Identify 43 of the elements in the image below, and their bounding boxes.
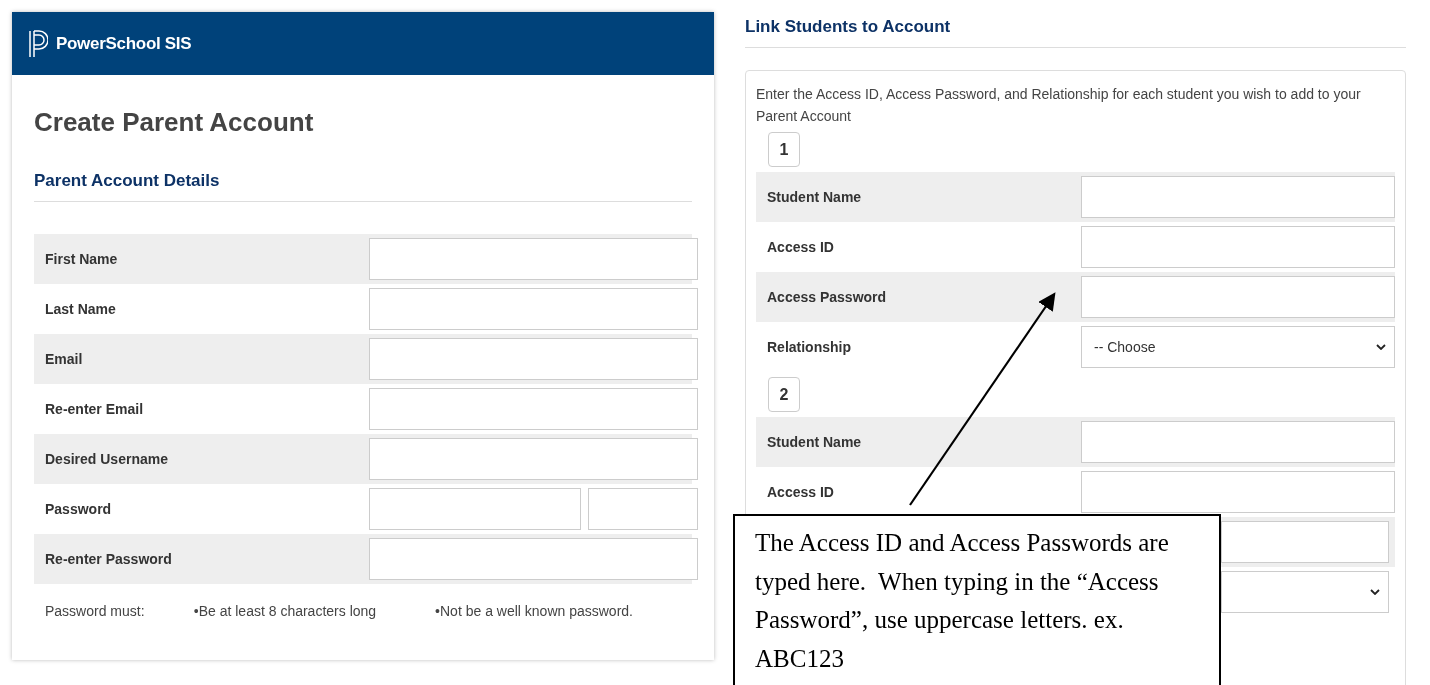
brand-name: PowerSchool SIS bbox=[56, 33, 192, 54]
relationship-select[interactable] bbox=[1221, 571, 1389, 613]
input-field[interactable] bbox=[369, 438, 698, 480]
input-field[interactable] bbox=[1081, 176, 1395, 218]
field-label: Last Name bbox=[44, 301, 117, 317]
chevron-icon bbox=[1376, 344, 1386, 350]
input-field[interactable] bbox=[369, 538, 698, 580]
field-label: Re-enter Password bbox=[44, 551, 173, 567]
input-field[interactable] bbox=[369, 388, 698, 430]
callout-note: The Access ID and Access Passwords are typed here. When typing in the “Access Password”, use uppercase letters. ex. ABC123 bbox=[733, 514, 1221, 685]
field-label: Re-enter Email bbox=[44, 401, 145, 417]
input-field[interactable] bbox=[369, 288, 698, 330]
input-field[interactable] bbox=[588, 488, 698, 530]
chevron-icon bbox=[1370, 589, 1380, 595]
field-label: First Name bbox=[44, 251, 119, 267]
field-label: Student Name bbox=[766, 434, 863, 450]
input-field[interactable] bbox=[1221, 521, 1389, 563]
field-label: Access ID bbox=[766, 239, 835, 255]
page-title: Create Parent Account bbox=[34, 107, 315, 139]
student-number: 2 bbox=[768, 377, 800, 412]
student-number: 1 bbox=[768, 132, 800, 167]
input-field[interactable] bbox=[1081, 276, 1395, 318]
field-label: Relationship bbox=[766, 339, 852, 355]
relationship-select[interactable]: -- Choose bbox=[1081, 326, 1395, 368]
instructions: Enter the Access ID, Access Password, and Relationship for each student you wish to add to your Parent Account bbox=[756, 85, 1362, 126]
section-heading: Link Students to Account bbox=[745, 17, 1406, 48]
field-label: Student Name bbox=[766, 189, 863, 205]
input-field[interactable] bbox=[1081, 226, 1395, 268]
field-label: Access Password bbox=[766, 289, 888, 305]
input-field[interactable] bbox=[369, 238, 698, 280]
input-field[interactable] bbox=[1081, 421, 1395, 463]
field-label: Email bbox=[44, 351, 84, 367]
input-field[interactable] bbox=[1081, 471, 1395, 513]
password-rule: •Not be a well known password. bbox=[435, 603, 633, 619]
input-field[interactable] bbox=[369, 338, 698, 380]
password-rule: •Be at least 8 characters long bbox=[193, 603, 377, 619]
field-label: Password bbox=[44, 501, 113, 517]
field-label: Access ID bbox=[766, 484, 835, 500]
hint-label: Password must: bbox=[45, 603, 146, 619]
field-label: Desired Username bbox=[44, 451, 169, 467]
logo-icon bbox=[28, 28, 48, 59]
input-field[interactable] bbox=[369, 488, 581, 530]
section-heading: Parent Account Details bbox=[34, 171, 692, 202]
